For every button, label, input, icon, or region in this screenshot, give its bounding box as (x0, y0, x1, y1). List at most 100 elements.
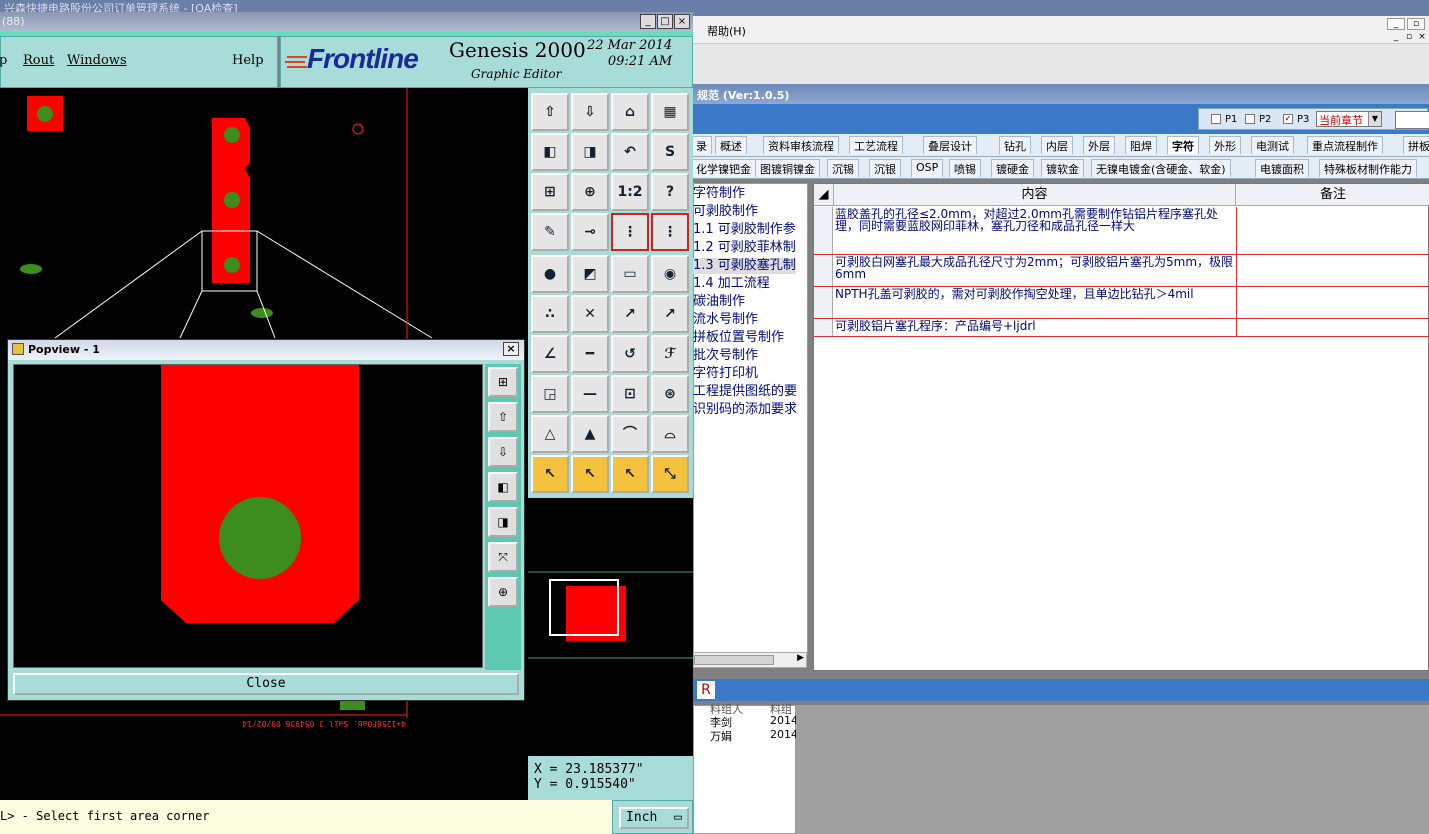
tab-9[interactable]: 字符 (1167, 136, 1199, 154)
row-header[interactable] (814, 255, 833, 286)
menu-help[interactable]: 帮助(H) (707, 23, 746, 39)
scroll-thumb[interactable] (694, 655, 774, 665)
table-row[interactable]: NPTH孔盖可剥胶的，需对可剥胶作掏空处理，且单边比钻孔＞4mil (814, 287, 1429, 319)
tree-item[interactable]: 1.4 加工流程 (693, 276, 770, 292)
group-icon[interactable]: ⊛ (651, 375, 689, 413)
row-header[interactable] (814, 319, 833, 336)
import-icon[interactable]: ⇩ (488, 437, 518, 467)
tab2-5[interactable]: 喷锡 (949, 159, 981, 177)
tab-0[interactable]: 录 (691, 136, 712, 154)
tab-5[interactable]: 钻孔 (999, 136, 1031, 154)
tab-10[interactable]: 外形 (1209, 136, 1241, 154)
region-icon[interactable]: ◩ (571, 255, 609, 293)
zoom-window-icon[interactable]: ⊞ (488, 367, 518, 397)
p1-checkbox[interactable] (1211, 114, 1221, 124)
chapter-input[interactable] (1395, 111, 1429, 129)
maximize-icon[interactable]: □ (657, 14, 673, 29)
tab2-9[interactable]: 电镀面积 (1255, 159, 1309, 177)
tree-item[interactable]: 识别码的添加要求 (693, 402, 797, 418)
restore-icon[interactable]: ▫ (1407, 18, 1425, 30)
node-icon[interactable]: ∴ (531, 295, 569, 333)
layers2-icon[interactable]: ⋮ (651, 213, 689, 251)
bracket-icon[interactable]: ⊡ (611, 375, 649, 413)
menu-partial[interactable]: p (0, 53, 7, 68)
right-icon[interactable]: ◨ (571, 133, 609, 171)
edge-icon[interactable]: ∠ (531, 335, 569, 373)
arrow-icon[interactable]: ↗ (611, 295, 649, 333)
tab2-0[interactable]: 化学镍钯金 (691, 159, 756, 177)
tree-item[interactable]: 字符制作 (693, 186, 745, 202)
export-icon[interactable]: ⇧ (531, 93, 569, 131)
flip-icon[interactable]: ℱ (651, 335, 689, 373)
tab2-2[interactable]: 沉锡 (827, 159, 859, 177)
tab-3[interactable]: 工艺流程 (849, 136, 903, 154)
ruler-icon[interactable]: ▭ (611, 255, 649, 293)
center-icon[interactable]: ⊕ (488, 577, 518, 607)
fit-icon[interactable]: ⤧ (488, 542, 518, 572)
tree-item[interactable]: 字符打印机 (693, 366, 758, 382)
tab-4[interactable]: 叠层设计 (923, 136, 977, 154)
probe-icon[interactable]: ⊸ (571, 213, 609, 251)
close-icon[interactable]: × (674, 14, 690, 29)
tree-item[interactable]: 工程提供图纸的要 (693, 384, 797, 400)
tree-item[interactable]: 批次号制作 (693, 348, 758, 364)
popview-canvas[interactable] (13, 364, 483, 668)
tree-item[interactable]: 流水号制作 (693, 312, 758, 328)
menu-windows[interactable]: Windows (67, 53, 127, 68)
arc-icon[interactable]: ⌒ (611, 415, 649, 453)
chapter-tree[interactable]: 字符制作 可剥胶制作 1.1 可剥胶制作参 1.2 可剥胶菲林制 1.3 可剥胶塞孔制 1… (693, 183, 808, 655)
tab-2[interactable]: 资料审核流程 (763, 136, 839, 154)
left-icon[interactable]: ◧ (488, 472, 518, 502)
minimize-icon[interactable]: _ (1387, 18, 1405, 30)
window-icon[interactable]: ▦ (651, 93, 689, 131)
select2-icon[interactable]: ↖ (571, 455, 609, 493)
tree-item[interactable]: 1.3 可剥胶塞孔制 (693, 258, 796, 274)
snap-icon[interactable]: S (651, 133, 689, 171)
layers-icon[interactable]: ⋮ (611, 213, 649, 251)
child-close-icon[interactable]: × (1413, 32, 1429, 44)
row-header[interactable] (814, 207, 833, 254)
rect-icon[interactable]: ◲ (531, 375, 569, 413)
import-icon[interactable]: ⇩ (571, 93, 609, 131)
tab-7[interactable]: 外层 (1083, 136, 1115, 154)
tab2-1[interactable]: 图镀铜镍金 (755, 159, 820, 177)
tab-13[interactable]: 拼板 (1403, 136, 1429, 154)
tab-6[interactable]: 内层 (1041, 136, 1073, 154)
arrow2-icon[interactable]: ↗ (651, 295, 689, 333)
tri-icon[interactable]: △ (531, 415, 569, 453)
measure-icon[interactable]: ✎ (531, 213, 569, 251)
undo2-icon[interactable]: ↺ (611, 335, 649, 373)
tree-hscrollbar[interactable]: ▶ (693, 652, 807, 668)
header-remarks[interactable]: 备注 (1236, 184, 1429, 206)
tab-11[interactable]: 电测试 (1251, 136, 1294, 154)
tree-item[interactable]: 1.2 可剥胶菲林制 (693, 240, 796, 256)
report-icon[interactable]: R (697, 681, 715, 699)
cross-icon[interactable]: ✕ (571, 295, 609, 333)
chapter-select[interactable]: 当前章节 ▼ (1316, 111, 1382, 127)
close-button[interactable]: Close (13, 673, 519, 695)
?-icon[interactable]: ? (651, 173, 689, 211)
tri2-icon[interactable]: ▲ (571, 415, 609, 453)
select3-icon[interactable]: ↖ (611, 455, 649, 493)
arrow-right-icon[interactable]: ▶ (797, 653, 804, 663)
tab-8[interactable]: 阻焊 (1125, 136, 1157, 154)
chevron-down-icon[interactable]: ▼ (1368, 112, 1381, 126)
home-icon[interactable]: ⌂ (611, 93, 649, 131)
close-icon[interactable]: × (503, 342, 519, 356)
undo-icon[interactable]: ↶ (611, 133, 649, 171)
overview-map[interactable] (528, 498, 693, 756)
tab2-10[interactable]: 特殊板材制作能力 (1319, 159, 1417, 177)
menu-rout[interactable]: Rout (23, 53, 54, 68)
p2-checkbox[interactable] (1245, 114, 1255, 124)
table-row[interactable]: 蓝胶盖孔的孔径≤2.0mm，对超过2.0mm孔需要制作钻铝片程序塞孔处理，同时需… (814, 207, 1429, 255)
table-row[interactable]: 可剥胶白网塞孔最大成品孔径尺寸为2mm；可剥胶铝片塞孔为5mm，极限6mm (814, 255, 1429, 287)
1:2-icon[interactable]: 1:2 (611, 173, 649, 211)
unit-selector[interactable]: Inch ▭ (619, 807, 689, 829)
table-row[interactable]: 可剥胶铝片塞孔程序：产品编号+ljdrl (814, 319, 1429, 337)
center-icon[interactable]: ⊕ (571, 173, 609, 211)
route-icon[interactable]: ⤡ (651, 455, 689, 493)
menu-help[interactable]: Help (232, 53, 264, 68)
tab2-8[interactable]: 无镍电镀金(含硬金、软金) (1091, 159, 1231, 177)
header-content[interactable]: 内容 (834, 184, 1236, 206)
left-icon[interactable]: ◧ (531, 133, 569, 171)
